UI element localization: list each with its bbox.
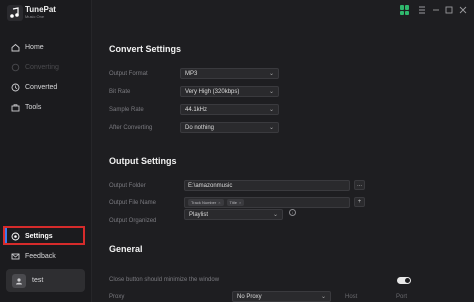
close-button-minimize-label: Close button should minimize the window — [109, 277, 220, 283]
chevron-down-icon: ⌄ — [268, 125, 274, 131]
grid-icon[interactable] — [400, 5, 410, 15]
minimize-icon[interactable] — [431, 5, 441, 15]
sidebar-item-converting: Converting — [6, 59, 88, 75]
app-title: TunePat — [25, 5, 56, 14]
user-name: test — [32, 277, 44, 284]
after-converting-label: After Converting — [109, 125, 153, 131]
mail-icon — [11, 252, 20, 261]
sidebar-item-label: Converted — [25, 83, 58, 91]
tag-track-number[interactable]: Track Number × — [188, 199, 224, 206]
sidebar-item-converted[interactable]: Converted — [6, 79, 88, 95]
sample-rate-select[interactable]: 44.1kHz ⌄ — [180, 104, 279, 115]
music-note-icon — [10, 7, 19, 18]
output-format-value: MP3 — [185, 70, 198, 77]
proxy-label: Proxy — [109, 294, 125, 300]
output-file-name-field[interactable]: Track Number × Title × — [184, 197, 350, 208]
proxy-select[interactable]: No Proxy ⌄ — [232, 291, 331, 302]
output-folder-value: E:\amazonmusic — [188, 182, 233, 189]
sidebar-item-label: Home — [25, 43, 44, 51]
converting-icon — [11, 63, 20, 72]
general-title: General — [109, 244, 143, 254]
browse-folder-button[interactable]: ... — [354, 180, 365, 190]
info-icon[interactable]: i — [289, 209, 296, 216]
convert-settings-title: Convert Settings — [109, 44, 182, 54]
clock-icon — [11, 83, 20, 92]
bit-rate-value: Very High (320kbps) — [185, 88, 240, 95]
proxy-port-label: Port — [396, 294, 408, 300]
chevron-down-icon: ⌄ — [320, 294, 326, 300]
settings-menu-icon[interactable] — [417, 5, 427, 15]
output-folder-label: Output Folder — [109, 183, 146, 189]
sidebar-item-label: Converting — [25, 63, 59, 71]
home-icon — [11, 43, 20, 52]
user-card[interactable]: test — [6, 269, 85, 292]
chevron-down-icon: ⌄ — [268, 107, 274, 113]
close-icon[interactable]: × — [218, 200, 220, 205]
user-icon — [12, 273, 26, 288]
output-file-name-label: Output File Name — [109, 200, 157, 206]
sample-rate-label: Sample Rate — [109, 107, 144, 113]
sidebar-item-home[interactable]: Home — [6, 39, 88, 55]
close-icon[interactable] — [458, 5, 468, 15]
sidebar-item-feedback[interactable]: Feedback — [6, 248, 88, 264]
chevron-down-icon: ⌄ — [272, 212, 278, 218]
highlight-frame — [3, 226, 85, 245]
app-logo — [7, 5, 23, 21]
proxy-host-label: Host — [345, 294, 358, 300]
tag-label: Title — [229, 200, 237, 205]
toolbox-icon — [11, 103, 20, 112]
output-format-select[interactable]: MP3 ⌄ — [180, 68, 279, 79]
after-converting-value: Do nothing — [185, 124, 215, 131]
minimize-toggle[interactable] — [397, 277, 411, 284]
sidebar-item-tools[interactable]: Tools — [6, 99, 88, 115]
sample-rate-value: 44.1kHz — [185, 106, 208, 113]
output-format-label: Output Format — [109, 71, 148, 77]
output-folder-field[interactable]: E:\amazonmusic — [184, 180, 350, 191]
app-subtitle: Music One — [25, 14, 45, 19]
close-icon[interactable]: × — [239, 200, 241, 205]
tag-label: Track Number — [191, 200, 217, 205]
tag-title[interactable]: Title × — [226, 199, 245, 206]
chevron-down-icon: ⌄ — [268, 71, 274, 77]
maximize-icon[interactable] — [444, 5, 454, 15]
bit-rate-label: Bit Rate — [109, 89, 131, 95]
bit-rate-select[interactable]: Very High (320kbps) ⌄ — [180, 86, 279, 97]
sidebar-item-label: Tools — [25, 103, 42, 111]
add-tag-button[interactable]: + — [354, 197, 365, 207]
after-converting-select[interactable]: Do nothing ⌄ — [180, 122, 279, 133]
output-organized-label: Output Organized — [109, 218, 157, 224]
output-organized-value: Playlist — [189, 211, 209, 218]
chevron-down-icon: ⌄ — [268, 89, 274, 95]
proxy-value: No Proxy — [237, 293, 262, 300]
sidebar: TunePat Music One Home Converting Conver… — [0, 0, 92, 302]
sidebar-item-label: Feedback — [25, 252, 56, 260]
output-settings-title: Output Settings — [109, 156, 177, 166]
output-organized-select[interactable]: Playlist ⌄ — [184, 209, 283, 220]
